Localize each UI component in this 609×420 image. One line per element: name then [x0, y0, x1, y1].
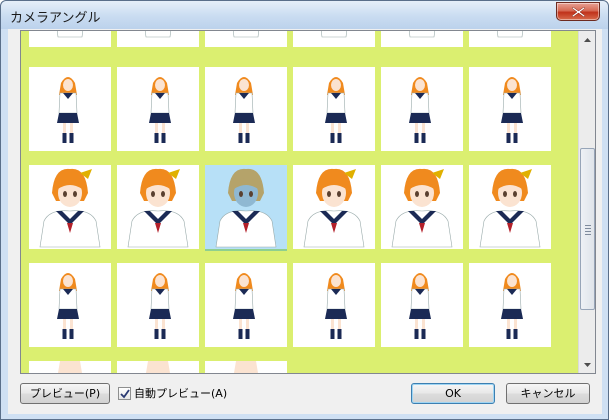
- character-preview-image: [501, 77, 523, 143]
- character-preview-image: [149, 273, 171, 339]
- character-preview-image: [232, 31, 260, 38]
- camera-angle-thumbnail[interactable]: [293, 165, 375, 249]
- character-preview-image: [320, 31, 348, 38]
- camera-angle-thumbnail[interactable]: [29, 165, 111, 249]
- camera-angle-thumbnail[interactable]: [29, 263, 111, 347]
- auto-preview-label: 自動プレビュー(A): [134, 387, 228, 400]
- character-preview-image: [57, 77, 79, 143]
- character-preview-image: [496, 31, 524, 38]
- camera-angle-thumbnail[interactable]: [469, 165, 551, 249]
- camera-angle-thumbnail[interactable]: [469, 263, 551, 347]
- scroll-up-arrow-icon[interactable]: [580, 31, 595, 48]
- character-preview-image: [215, 168, 277, 248]
- title-bar[interactable]: カメラアングル: [1, 1, 608, 29]
- character-preview-image: [144, 31, 172, 38]
- camera-angle-thumbnail[interactable]: [117, 67, 199, 151]
- camera-angle-thumbnail[interactable]: [381, 31, 463, 47]
- camera-angle-thumbnail[interactable]: [29, 361, 111, 373]
- camera-angle-thumbnail[interactable]: [293, 67, 375, 151]
- camera-angle-thumbnail[interactable]: [293, 31, 375, 47]
- character-preview-image: [303, 168, 365, 248]
- camera-angle-thumbnail[interactable]: [29, 67, 111, 151]
- camera-angle-thumbnail[interactable]: [117, 361, 199, 373]
- character-preview-image: [233, 273, 255, 339]
- character-preview-image: [146, 361, 170, 373]
- check-mark-icon: [120, 389, 130, 399]
- close-button[interactable]: [556, 2, 600, 21]
- camera-angle-thumbnail[interactable]: [205, 361, 287, 373]
- auto-preview-checkbox[interactable]: [118, 387, 131, 400]
- character-preview-image: [409, 273, 431, 339]
- character-preview-image: [501, 273, 523, 339]
- character-preview-image: [391, 168, 453, 248]
- character-preview-image: [479, 168, 541, 248]
- cancel-button[interactable]: キャンセル: [506, 383, 590, 404]
- camera-angle-thumbnail[interactable]: [293, 263, 375, 347]
- camera-angle-thumbnail[interactable]: [469, 67, 551, 151]
- character-preview-image: [325, 77, 347, 143]
- dialog-client-area: プレビュー(P) 自動プレビュー(A) OK キャンセル: [8, 29, 602, 414]
- camera-angle-thumbnail-selected[interactable]: [205, 165, 287, 249]
- camera-angle-thumbnail[interactable]: [117, 263, 199, 347]
- character-preview-image: [408, 31, 436, 38]
- camera-angle-thumbnail[interactable]: [469, 31, 551, 47]
- camera-angle-thumbnail[interactable]: [381, 67, 463, 151]
- vertical-scrollbar[interactable]: [578, 31, 595, 373]
- scrollbar-thumb[interactable]: [580, 148, 595, 310]
- character-preview-image: [409, 77, 431, 143]
- window-title: カメラアングル: [10, 11, 101, 26]
- character-preview-image: [234, 361, 258, 373]
- preview-button[interactable]: プレビュー(P): [20, 383, 110, 404]
- ok-button[interactable]: OK: [411, 383, 495, 404]
- camera-angle-list[interactable]: [20, 30, 596, 374]
- character-preview-image: [57, 273, 79, 339]
- camera-angle-thumbnail[interactable]: [29, 31, 111, 47]
- close-icon: [572, 7, 585, 17]
- character-preview-image: [56, 31, 84, 38]
- character-preview-image: [233, 77, 255, 143]
- thumbnail-grid: [21, 31, 578, 373]
- character-preview-image: [39, 168, 101, 248]
- character-preview-image: [325, 273, 347, 339]
- camera-angle-thumbnail[interactable]: [381, 263, 463, 347]
- camera-angle-thumbnail[interactable]: [117, 31, 199, 47]
- camera-angle-thumbnail[interactable]: [205, 263, 287, 347]
- grip-icon: [585, 225, 591, 237]
- camera-angle-thumbnail[interactable]: [205, 31, 287, 47]
- character-preview-image: [127, 168, 189, 248]
- scroll-down-arrow-icon[interactable]: [580, 356, 595, 373]
- character-preview-image: [149, 77, 171, 143]
- camera-angle-thumbnail[interactable]: [381, 165, 463, 249]
- camera-angle-dialog: カメラアングル プレビュー(P) 自動プレビュー(A) OK キャンセル: [0, 0, 609, 420]
- character-preview-image: [58, 361, 82, 373]
- camera-angle-thumbnail[interactable]: [117, 165, 199, 249]
- camera-angle-thumbnail[interactable]: [205, 67, 287, 151]
